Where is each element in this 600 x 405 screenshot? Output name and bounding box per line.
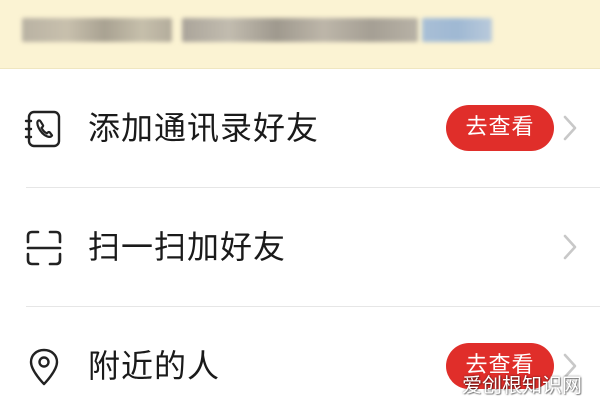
menu-item-scan[interactable]: 扫一扫加好友 xyxy=(0,188,600,306)
menu-item-label: 添加通讯录好友 xyxy=(88,109,320,147)
add-friends-screen: 添加通讯录好友 去查看 扫一扫加好友 附近的人 去查看 爱创根知识网 xyxy=(0,0,600,405)
watermark: 爱创根知识网 xyxy=(462,373,582,397)
menu-item-add-contacts[interactable]: 添加通讯录好友 去查看 xyxy=(0,69,600,187)
top-banner-blurred xyxy=(0,0,600,69)
blurred-text xyxy=(182,18,418,42)
chevron-right-icon xyxy=(562,115,578,141)
blurred-text xyxy=(22,18,172,42)
chevron-right-icon xyxy=(562,234,578,260)
location-pin-icon xyxy=(24,347,64,387)
contacts-phone-icon xyxy=(24,109,64,149)
blurred-text xyxy=(422,18,492,42)
menu-item-label: 扫一扫加好友 xyxy=(88,228,287,266)
view-button[interactable]: 去查看 xyxy=(446,105,554,151)
menu-item-label: 附近的人 xyxy=(88,347,221,385)
scan-icon xyxy=(24,228,64,268)
